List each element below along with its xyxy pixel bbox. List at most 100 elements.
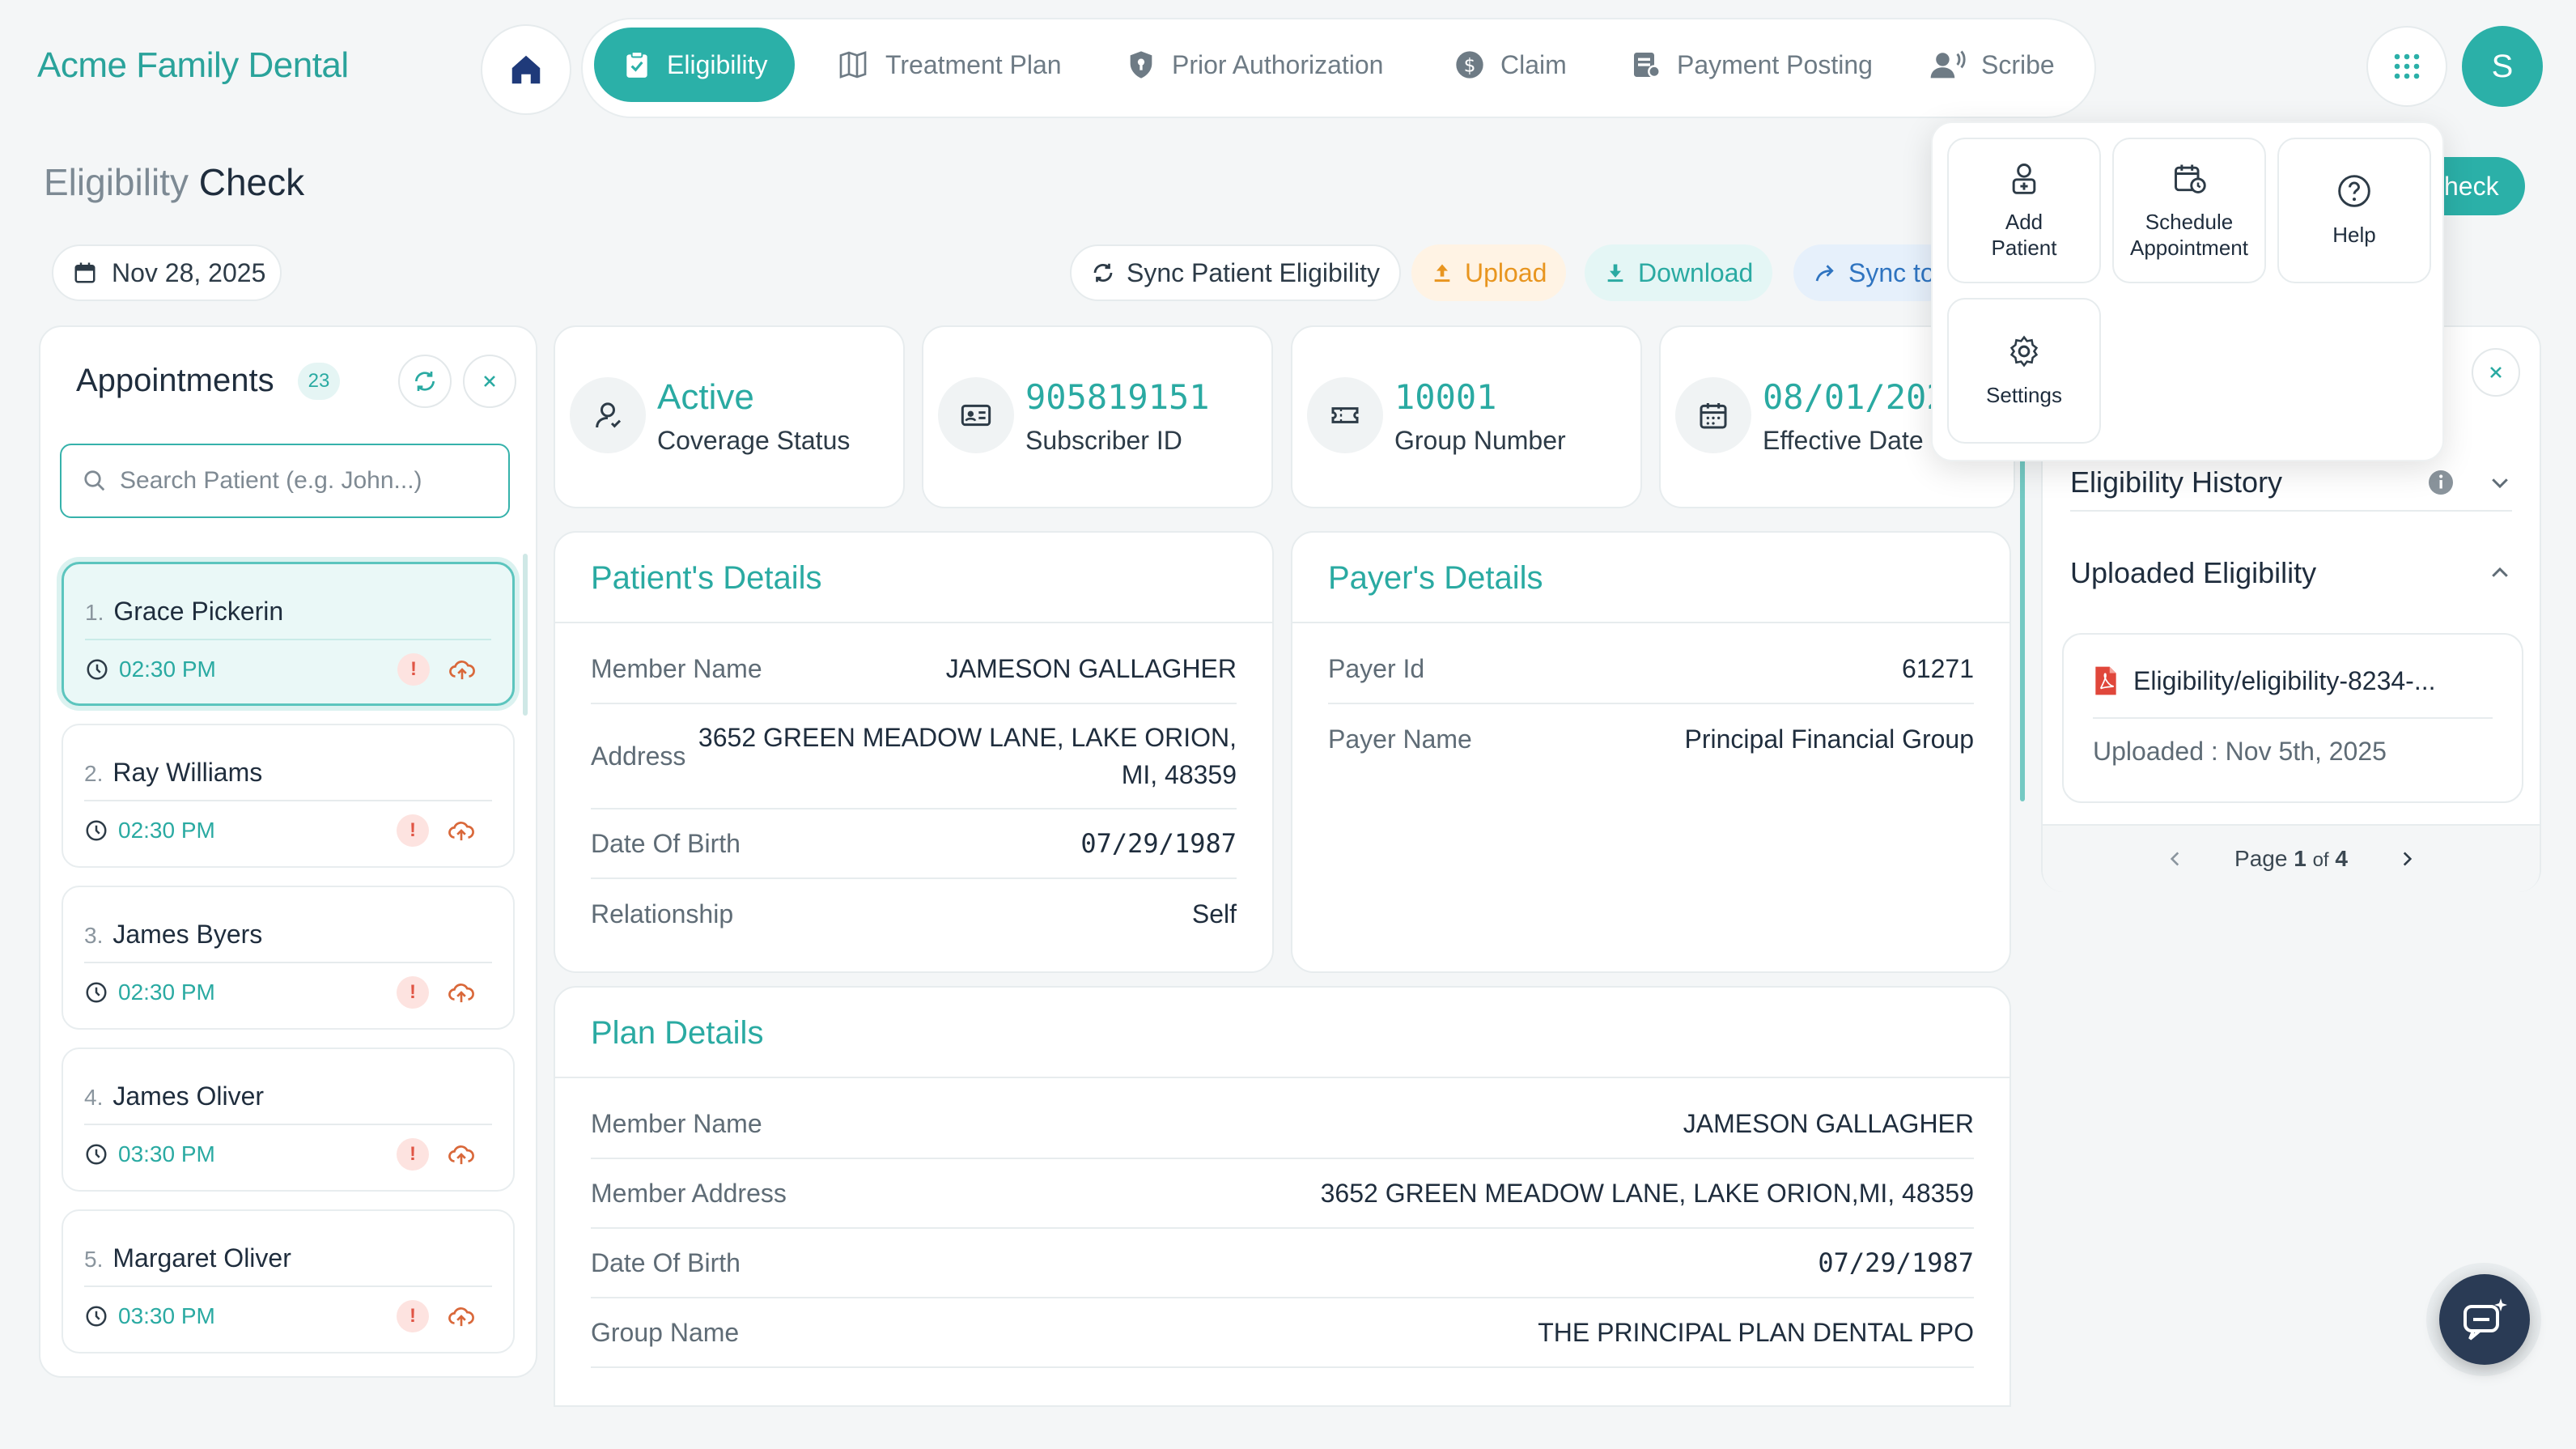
divider bbox=[85, 639, 491, 640]
page-of: of bbox=[2312, 849, 2329, 871]
appointment-patient: James Oliver bbox=[112, 1081, 265, 1111]
home-button[interactable] bbox=[481, 24, 571, 115]
nav-payment-posting-label: Payment Posting bbox=[1677, 49, 1873, 79]
refresh-appointments-button[interactable] bbox=[398, 355, 452, 408]
search-patient-input[interactable]: Search Patient (e.g. John...) bbox=[60, 444, 510, 518]
clock-icon bbox=[86, 820, 107, 841]
date-value: Nov 28, 2025 bbox=[112, 257, 266, 287]
appointment-name: 1. Grace Pickerin bbox=[85, 597, 283, 627]
detail-value: JAMESON GALLAGHER bbox=[1683, 1108, 1974, 1138]
nav-scribe[interactable]: Scribe bbox=[1929, 28, 2055, 102]
help-tile[interactable]: Help bbox=[2277, 138, 2431, 283]
appointment-item[interactable]: 1. Grace Pickerin 02:30 PM ! bbox=[62, 562, 515, 706]
user-avatar[interactable]: S bbox=[2462, 26, 2543, 107]
settings-label: Settings bbox=[1986, 383, 2062, 407]
chevron-down-icon[interactable] bbox=[2488, 470, 2512, 495]
detail-key: Payer Id bbox=[1328, 653, 1425, 683]
schedule-appointment-tile[interactable]: Schedule Appointment bbox=[2112, 138, 2266, 283]
appointment-time: 02:30 PM bbox=[84, 818, 215, 843]
patient-details-title: Patient's Details bbox=[591, 560, 822, 596]
divider bbox=[84, 962, 492, 963]
nav-claim[interactable]: $ Claim bbox=[1454, 28, 1567, 102]
settings-tile[interactable]: Settings bbox=[1947, 298, 2101, 444]
search-icon bbox=[84, 470, 105, 491]
divider bbox=[84, 1124, 492, 1125]
appointment-patient: Ray Williams bbox=[112, 758, 263, 787]
cloud-upload-icon[interactable] bbox=[445, 814, 477, 847]
warning-icon[interactable]: ! bbox=[397, 1138, 429, 1171]
content-scrollbar[interactable] bbox=[2020, 421, 2025, 801]
cloud-upload-icon[interactable] bbox=[445, 976, 477, 1009]
detail-key: Date Of Birth bbox=[591, 1247, 741, 1277]
add-patient-tile[interactable]: Add Patient bbox=[1947, 138, 2101, 283]
cloud-upload-icon[interactable] bbox=[445, 1300, 477, 1332]
appointment-number: 5. bbox=[84, 1247, 104, 1272]
chevron-right-icon[interactable] bbox=[2396, 848, 2417, 869]
detail-value: 61271 bbox=[1902, 653, 1974, 683]
appointment-time-value: 03:30 PM bbox=[118, 1141, 215, 1166]
page-title: Eligibility Check bbox=[44, 160, 304, 204]
upload-icon bbox=[1434, 264, 1450, 283]
appointment-item[interactable]: 3. James Byers 02:30 PM ! bbox=[62, 886, 515, 1030]
page-indicator: Page 1 of 4 bbox=[2234, 846, 2348, 872]
date-picker[interactable]: Nov 28, 2025 bbox=[52, 244, 282, 301]
plan-details-card: Plan Details Member Name JAMESON GALLAGH… bbox=[554, 986, 2011, 1407]
close-side-panel-button[interactable] bbox=[2472, 348, 2520, 397]
download-button[interactable]: Download bbox=[1585, 244, 1773, 301]
detail-value: Principal Financial Group bbox=[1684, 724, 1975, 754]
divider bbox=[1292, 622, 2009, 623]
nav-eligibility[interactable]: Eligibility bbox=[594, 28, 796, 102]
appointment-number: 2. bbox=[84, 761, 104, 786]
chevron-up-icon[interactable] bbox=[2488, 561, 2512, 585]
schedule-label: Schedule Appointment bbox=[2130, 209, 2248, 261]
detail-row: Payer Name Principal Financial Group bbox=[1328, 704, 1974, 774]
cloud-upload-icon[interactable] bbox=[446, 653, 478, 686]
eligibility-history-accordion[interactable]: Eligibility History bbox=[2070, 455, 2512, 512]
appointment-name: 4. James Oliver bbox=[84, 1081, 264, 1111]
home-icon bbox=[511, 55, 541, 84]
chat-assistant-button[interactable] bbox=[2439, 1274, 2530, 1365]
appointment-time-value: 02:30 PM bbox=[118, 818, 215, 843]
appointment-item[interactable]: 4. James Oliver 03:30 PM ! bbox=[62, 1047, 515, 1192]
warning-icon[interactable]: ! bbox=[397, 814, 429, 847]
info-icon[interactable] bbox=[2426, 468, 2455, 497]
appointment-time: 03:30 PM bbox=[84, 1141, 215, 1167]
file-name: Eligibility/eligibility-8234-... bbox=[2133, 665, 2436, 695]
brand-name: Acme Family Dental bbox=[37, 45, 349, 85]
clock-icon bbox=[87, 659, 108, 680]
shield-icon bbox=[1130, 51, 1152, 79]
divider bbox=[555, 1077, 2009, 1078]
calendar-clock-icon bbox=[2175, 164, 2206, 193]
warning-icon[interactable]: ! bbox=[397, 653, 430, 686]
appointments-panel: Appointments 23 Search Patient (e.g. Joh… bbox=[39, 325, 537, 1378]
warning-icon[interactable]: ! bbox=[397, 976, 429, 1009]
appointment-item[interactable]: 2. Ray Williams 02:30 PM ! bbox=[62, 724, 515, 868]
plan-details-title: Plan Details bbox=[591, 1015, 764, 1051]
address-line-1: 3652 GREEN MEADOW LANE, LAKE ORION, bbox=[698, 723, 1237, 752]
appointment-name: 2. Ray Williams bbox=[84, 758, 262, 788]
apps-menu-button[interactable] bbox=[2366, 26, 2447, 107]
page-prefix: Page bbox=[2234, 846, 2288, 871]
appointment-number: 3. bbox=[84, 923, 104, 948]
nav-payment-posting[interactable]: Payment Posting bbox=[1630, 28, 1873, 102]
close-appointments-button[interactable] bbox=[463, 355, 516, 408]
uploaded-eligibility-accordion[interactable]: Uploaded Eligibility bbox=[2070, 541, 2512, 606]
detail-key: Relationship bbox=[591, 899, 734, 928]
nav-treatment-plan[interactable]: Treatment Plan bbox=[835, 28, 1062, 102]
cloud-upload-icon[interactable] bbox=[445, 1138, 477, 1171]
upload-button[interactable]: Upload bbox=[1411, 244, 1567, 301]
coverage-status-value: Active bbox=[657, 377, 754, 417]
appointment-item[interactable]: 5. Margaret Oliver 03:30 PM ! bbox=[62, 1209, 515, 1353]
appointment-name: 3. James Byers bbox=[84, 920, 262, 950]
sync-patient-eligibility-button[interactable]: Sync Patient Eligibility bbox=[1070, 244, 1402, 301]
subscriber-id-label: Subscriber ID bbox=[1025, 426, 1182, 455]
uploaded-file-card[interactable]: Eligibility/eligibility-8234-... Uploade… bbox=[2062, 633, 2523, 803]
chevron-left-icon[interactable] bbox=[2165, 848, 2186, 869]
subscriber-id-value: 905819151 bbox=[1025, 377, 1210, 417]
warning-icon[interactable]: ! bbox=[397, 1300, 429, 1332]
nav-prior-authorization[interactable]: Prior Authorization bbox=[1125, 28, 1383, 102]
appointments-scrollbar[interactable] bbox=[523, 554, 528, 716]
add-patient-line-2: Patient bbox=[1991, 236, 2057, 260]
appointment-number: 4. bbox=[84, 1085, 104, 1110]
calendar-icon bbox=[74, 262, 95, 283]
